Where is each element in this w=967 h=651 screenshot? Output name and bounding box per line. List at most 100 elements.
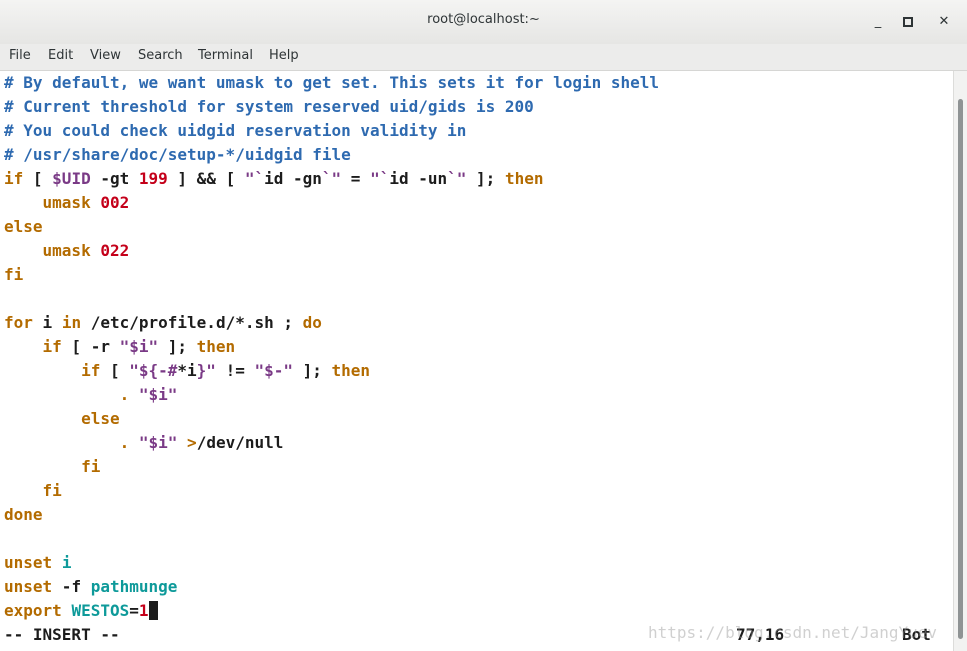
code-token: fi — [4, 265, 24, 284]
code-token: "` — [244, 169, 265, 188]
code-line: unset -f pathmunge — [4, 575, 953, 599]
code-line: # /usr/share/doc/setup-*/uidgid file — [4, 143, 953, 167]
menu-bar: File Edit View Search Terminal Help — [0, 44, 967, 71]
code-token: . — [119, 433, 130, 452]
code-token: in — [61, 313, 82, 332]
code-line: # By default, we want umask to get set. … — [4, 71, 953, 95]
code-token: 022 — [100, 241, 130, 260]
code-token: i — [61, 553, 72, 572]
code-token: if — [81, 361, 101, 380]
code-token: "` — [370, 169, 390, 188]
mode-indicator: -- INSERT -- — [4, 625, 120, 644]
text-cursor — [148, 601, 159, 620]
scrollbar-thumb[interactable] — [958, 99, 963, 639]
code-token: != — [215, 361, 255, 380]
code-token: for — [4, 313, 33, 332]
code-token: export — [4, 601, 62, 620]
code-line: done — [4, 503, 953, 527]
code-token: "$i" — [138, 385, 178, 404]
menu-help[interactable]: Help — [269, 48, 299, 63]
code-line: umask 002 — [4, 191, 953, 215]
code-token: if — [42, 337, 62, 356]
code-line: unset i — [4, 551, 953, 575]
code-token: [ — [23, 169, 53, 188]
code-line: umask 022 — [4, 239, 953, 263]
minimize-icon[interactable]: _ — [868, 12, 888, 32]
code-token: then — [504, 169, 544, 188]
code-token: `" — [321, 169, 342, 188]
code-token: else — [81, 409, 120, 428]
code-token: ]; — [293, 361, 332, 380]
code-token: if — [4, 169, 24, 188]
code-token: 1 — [138, 601, 149, 620]
code-token: i — [32, 313, 62, 332]
scroll-position: Bot — [902, 625, 931, 644]
code-token: = — [129, 601, 139, 620]
code-token: ]; — [158, 337, 197, 356]
code-token: /etc/profile.d/*.sh ; — [81, 313, 303, 332]
vim-status-line: -- INSERT -- 77,16 Bot — [0, 623, 953, 647]
code-token: "$i" — [138, 433, 178, 452]
code-token: 002 — [100, 193, 130, 212]
maximize-icon[interactable] — [898, 12, 918, 32]
code-line: # You could check uidgid reservation val… — [4, 119, 953, 143]
code-token: -gt — [90, 169, 139, 188]
close-icon[interactable]: ✕ — [934, 12, 954, 32]
code-token: > — [187, 433, 197, 452]
editor-text[interactable]: # By default, we want umask to get set. … — [0, 71, 953, 623]
code-line: . "$i" >/dev/null — [4, 431, 953, 455]
code-token: then — [196, 337, 236, 356]
menu-edit[interactable]: Edit — [48, 48, 73, 63]
code-token: "${-# — [129, 361, 178, 380]
code-token: = — [341, 169, 371, 188]
code-token: fi — [42, 481, 62, 500]
code-line: # Current threshold for system reserved … — [4, 95, 953, 119]
menu-view[interactable]: View — [90, 48, 121, 63]
code-token: pathmunge — [90, 577, 178, 596]
code-token: ] && [ — [167, 169, 245, 188]
title-bar: root@localhost:~ _ ✕ — [0, 0, 967, 45]
code-token: umask — [42, 193, 91, 212]
code-line: if [ "${-#*i}" != "$-" ]; then — [4, 359, 953, 383]
code-token: # You could check uidgid reservation val… — [4, 121, 467, 140]
code-token: unset — [4, 577, 53, 596]
code-token: umask — [42, 241, 91, 260]
menu-search[interactable]: Search — [138, 48, 183, 63]
code-token: $UID — [52, 169, 91, 188]
code-token: fi — [81, 457, 101, 476]
code-token: [ -r — [61, 337, 120, 356]
code-token: -f — [52, 577, 91, 596]
code-token: # By default, we want umask to get set. … — [4, 73, 660, 92]
menu-file[interactable]: File — [9, 48, 31, 63]
terminal-view[interactable]: # By default, we want umask to get set. … — [0, 71, 953, 651]
code-token: ]; — [466, 169, 505, 188]
code-token: WESTOS — [71, 601, 130, 620]
code-token: /dev/null — [196, 433, 284, 452]
code-token: }" — [196, 361, 216, 380]
code-token: # Current threshold for system reserved … — [4, 97, 534, 116]
code-token: do — [302, 313, 322, 332]
code-token: `" — [447, 169, 467, 188]
menu-terminal[interactable]: Terminal — [198, 48, 253, 63]
code-token: . — [119, 385, 130, 404]
code-token: unset — [4, 553, 53, 572]
window-title: root@localhost:~ — [427, 12, 540, 27]
code-line: . "$i" — [4, 383, 953, 407]
scrollbar[interactable] — [953, 71, 967, 651]
code-token: 199 — [138, 169, 168, 188]
code-line: export WESTOS=1 — [4, 599, 953, 623]
